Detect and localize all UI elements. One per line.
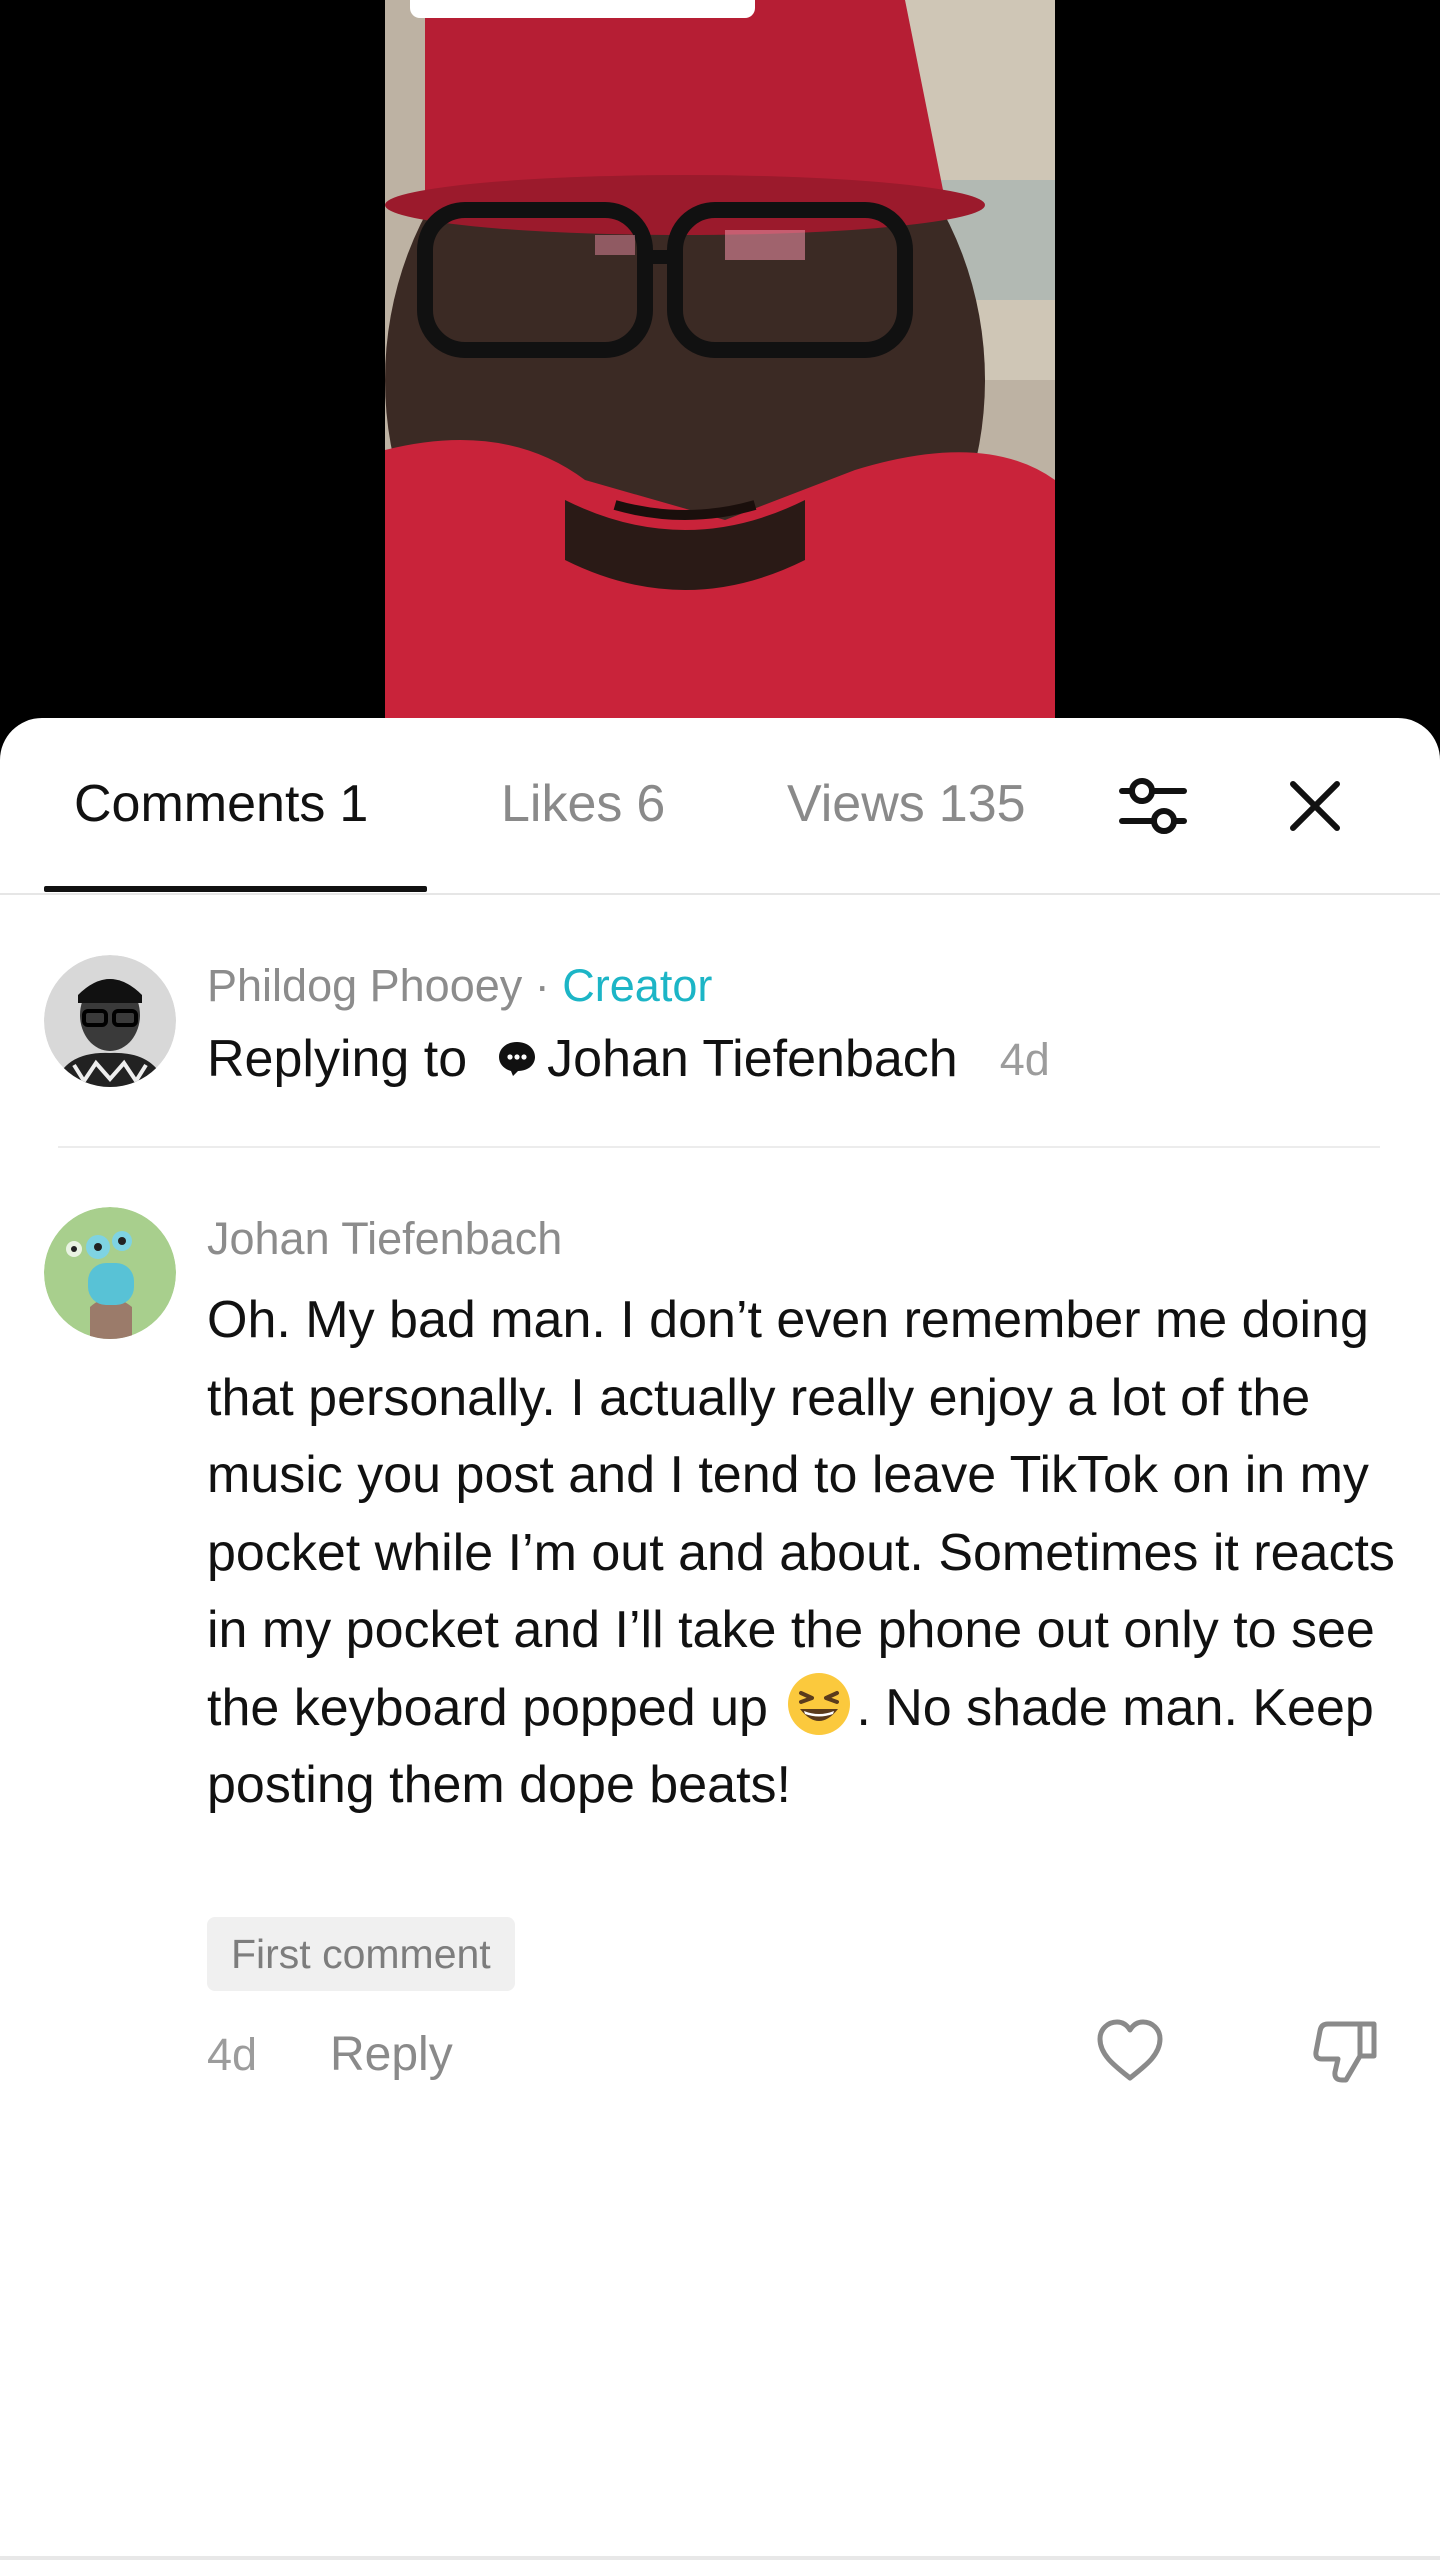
avatar-creator[interactable] <box>44 955 176 1087</box>
tab-comments-count: 1 <box>339 775 369 833</box>
tab-views[interactable]: Views 135 <box>787 778 1026 830</box>
filter-button[interactable] <box>1115 768 1191 844</box>
thumbs-down-icon <box>1313 2021 1377 2083</box>
close-icon <box>1290 781 1340 831</box>
tab-comments[interactable]: Comments 1 <box>74 778 368 830</box>
tab-likes-label: Likes <box>501 775 623 833</box>
close-button[interactable] <box>1277 768 1353 844</box>
creator-author-name[interactable]: Phildog Phooey <box>207 960 522 1011</box>
comment-divider <box>58 1146 1380 1148</box>
replying-to-line: Replying to Johan Tiefenbach 4d <box>207 1033 1050 1085</box>
comment-author-name[interactable]: Johan Tiefenbach <box>207 1216 562 1261</box>
avatar-creator-image <box>44 955 176 1087</box>
avatar-commenter[interactable] <box>44 1207 176 1339</box>
comment-time: 4d <box>207 2029 258 2080</box>
sliders-icon <box>1119 778 1187 834</box>
creator-badge: Creator <box>562 960 713 1011</box>
laughing-emoji-icon <box>788 1672 851 1735</box>
bottom-separator <box>0 2556 1440 2560</box>
tab-bar: Comments 1 Likes 6 Views 135 <box>0 718 1440 895</box>
avatar-commenter-image <box>44 1207 176 1339</box>
tab-likes[interactable]: Likes 6 <box>501 778 665 830</box>
video-thumbnail <box>385 0 1055 760</box>
reply-button[interactable]: Reply <box>330 2027 453 2082</box>
replying-target[interactable]: Johan Tiefenbach <box>497 1033 958 1085</box>
first-comment-badge: First comment <box>207 1917 515 1991</box>
video-overlay-pill <box>410 0 755 18</box>
replying-target-name: Johan Tiefenbach <box>547 1030 958 1088</box>
dislike-button[interactable] <box>1312 2016 1382 2086</box>
comment-body: Oh. My bad man. I don’t even remember me… <box>207 1282 1407 1825</box>
creator-reply-time: 4d <box>999 1033 1050 1085</box>
video-frame[interactable] <box>385 0 1055 760</box>
heart-icon <box>1097 2019 1163 2081</box>
name-separator: · <box>534 960 550 1011</box>
tab-views-label: Views <box>787 775 925 833</box>
speech-bubble-icon <box>499 1042 536 1076</box>
tab-views-count: 135 <box>938 775 1026 833</box>
active-tab-indicator <box>44 886 427 892</box>
tab-likes-count: 6 <box>636 775 666 833</box>
replying-prefix: Replying to <box>207 1030 468 1088</box>
creator-name-line: Phildog Phooey · Creator <box>207 963 712 1008</box>
tab-comments-label: Comments <box>74 775 326 833</box>
video-area[interactable] <box>0 0 1440 760</box>
like-button[interactable] <box>1095 2018 1165 2084</box>
